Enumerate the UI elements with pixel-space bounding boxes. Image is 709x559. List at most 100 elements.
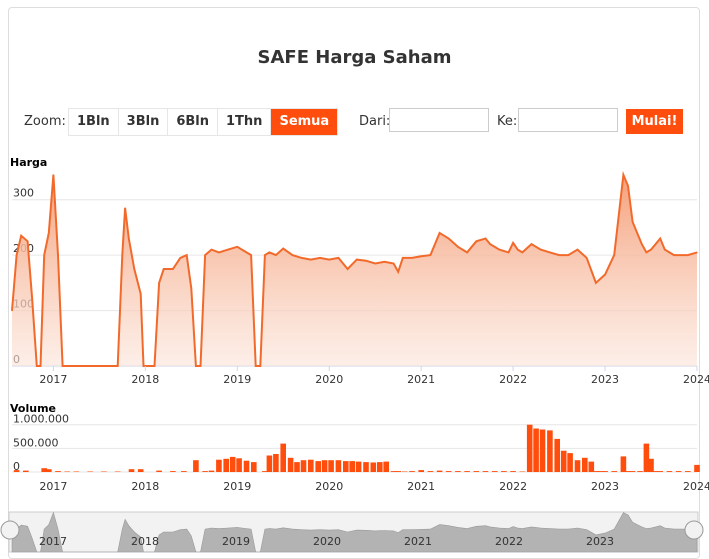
price-point — [146, 365, 148, 367]
volume-bar — [236, 458, 242, 472]
volume-bar — [602, 471, 608, 472]
volume-bar — [685, 471, 691, 472]
volume-bar — [243, 460, 250, 472]
price-point — [507, 251, 510, 253]
price-point — [301, 257, 303, 259]
volume-bar — [675, 471, 682, 472]
volume-bar — [208, 470, 215, 472]
volume-x-tick: 2017 — [39, 480, 67, 493]
price-point — [275, 254, 277, 256]
navigator-label: 2021 — [404, 535, 432, 548]
volume-bar — [156, 470, 162, 472]
volume-x-tick: 2022 — [499, 480, 527, 493]
navigator-label: 2023 — [586, 535, 614, 548]
navigator-left-handle[interactable] — [0, 520, 20, 540]
volume-bar — [308, 459, 314, 472]
price-point — [489, 243, 491, 245]
volume-bar — [370, 462, 377, 472]
volume-bar — [436, 470, 443, 472]
price-point — [121, 254, 123, 256]
price-point — [65, 365, 67, 367]
price-point — [57, 254, 59, 256]
price-point — [117, 365, 119, 367]
price-point — [319, 257, 321, 259]
price-point — [457, 246, 459, 248]
volume-bar — [427, 471, 434, 472]
price-point — [347, 268, 349, 270]
volume-bar — [335, 460, 342, 472]
volume-bar — [401, 471, 408, 472]
volume-x-tick: 2023 — [591, 480, 619, 493]
price-point — [540, 249, 542, 251]
price-point — [673, 254, 675, 256]
price-point — [563, 254, 565, 256]
volume-bar — [539, 429, 546, 472]
price-point — [255, 365, 257, 367]
price-point — [636, 232, 638, 234]
price-point — [39, 365, 42, 367]
price-point — [374, 262, 376, 265]
volume-bar — [473, 471, 480, 472]
volume-bar — [611, 471, 617, 472]
price-point — [567, 254, 569, 256]
volume-bar — [582, 457, 588, 472]
price-y-tick: 300 — [13, 187, 34, 200]
volume-bar — [395, 471, 401, 472]
price-point — [328, 259, 330, 261]
volume-bar — [251, 462, 257, 472]
navigator[interactable]: 2017 2018 2019 2020 2021 2022 2023 — [0, 511, 704, 553]
price-point — [595, 282, 597, 284]
price-point — [586, 257, 588, 259]
volume-bar — [637, 471, 643, 472]
price-point — [641, 243, 643, 245]
volume-bar — [554, 438, 560, 472]
price-point — [186, 254, 188, 256]
price-point — [576, 249, 579, 251]
volume-bar — [445, 471, 452, 472]
price-x-tick: 2018 — [131, 373, 159, 386]
price-point — [31, 298, 33, 301]
price-point — [687, 254, 689, 256]
price-point — [530, 243, 533, 245]
price-point — [153, 365, 156, 367]
price-point — [62, 365, 64, 367]
volume-y-tick: 1.000.000 — [13, 413, 69, 426]
price-x-tick: 2017 — [39, 373, 67, 386]
price-point — [696, 251, 698, 253]
volume-bar — [315, 461, 321, 472]
price-point — [310, 259, 312, 261]
price-point — [443, 235, 445, 237]
volume-bar — [418, 470, 424, 472]
navigator-right-handle[interactable] — [684, 520, 704, 540]
price-x-tick: 2021 — [407, 373, 435, 386]
price-point — [512, 242, 514, 244]
volume-bar — [64, 471, 70, 472]
price-point — [655, 243, 657, 245]
navigator-label: 2020 — [313, 535, 341, 548]
price-x-tick: 2023 — [591, 373, 619, 386]
volume-bar — [666, 471, 673, 472]
stock-chart: Harga Volume 0100200300 2017201820192020… — [0, 156, 709, 553]
volume-bar — [510, 471, 516, 472]
volume-bar — [343, 461, 349, 472]
price-point — [107, 365, 110, 367]
price-point — [383, 261, 385, 263]
volume-bar — [526, 424, 533, 472]
price-point — [27, 240, 29, 242]
volume-bar — [266, 455, 273, 472]
price-point — [678, 254, 680, 256]
volume-bar — [46, 469, 52, 472]
volume-bar — [55, 471, 61, 472]
price-point — [128, 237, 130, 240]
volume-bar — [377, 462, 383, 472]
navigator-label: 2018 — [131, 535, 159, 548]
volume-x-tick: 2019 — [223, 480, 251, 493]
volume-bar — [694, 464, 700, 472]
volume-x-tick: 2024 — [683, 480, 709, 493]
price-point — [558, 254, 560, 256]
navigator-label: 2019 — [222, 535, 250, 548]
volume-bar — [287, 457, 294, 472]
price-point — [11, 310, 13, 312]
volume-bar — [560, 450, 567, 472]
price-point — [52, 174, 55, 176]
